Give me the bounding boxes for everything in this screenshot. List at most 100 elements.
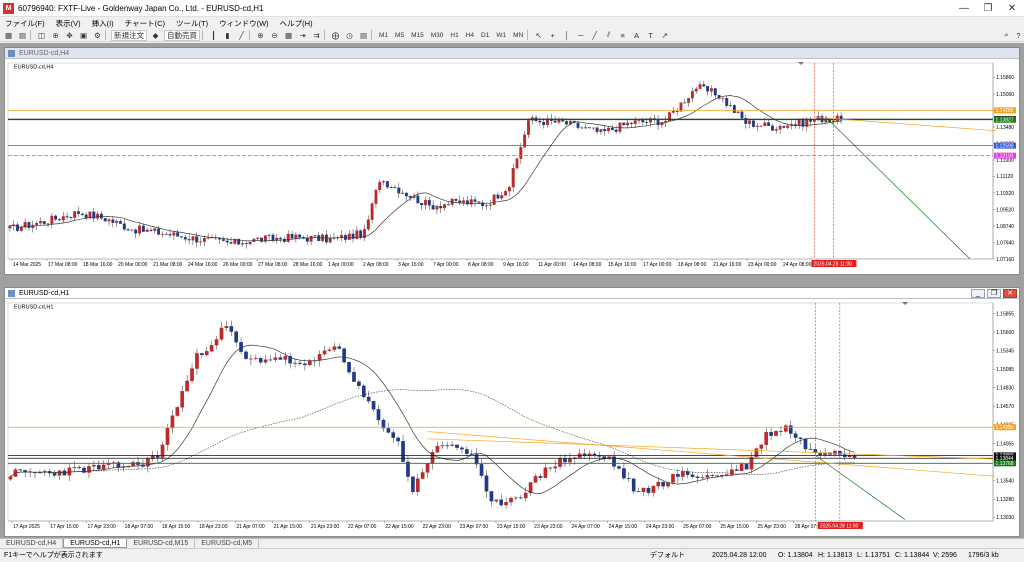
menu-view[interactable]: 表示(V)	[56, 18, 81, 29]
bullish-candle	[519, 147, 523, 159]
bearish-candle	[278, 357, 283, 360]
maximize-button[interactable]: ❐	[976, 0, 1000, 17]
close-button[interactable]: ✕	[1000, 0, 1024, 17]
bullish-candle	[705, 475, 710, 478]
market-watch-icon[interactable]: ◫	[36, 30, 47, 41]
menu-file[interactable]: ファイル(F)	[5, 18, 45, 29]
line-chart-icon[interactable]: ╱	[236, 30, 247, 41]
templates-icon[interactable]: ▤	[358, 30, 369, 41]
status-profile: デフォルト	[650, 552, 685, 559]
zoom-out-icon[interactable]: ⊖	[269, 30, 280, 41]
price-label-text: 1.13768	[996, 461, 1014, 467]
horizontal-line-icon[interactable]: ─	[575, 30, 586, 41]
bullish-candle	[209, 345, 214, 352]
bearish-candle	[244, 351, 248, 359]
bar-chart-icon[interactable]: ┃	[208, 30, 219, 41]
chart-window-h4[interactable]: EURUSD-cd,H4 EURUSD-cd,H4 1.15860 1.15060 1…	[4, 47, 1020, 275]
bullish-candle	[293, 362, 297, 364]
auto-trading-button[interactable]: 自動売買	[164, 29, 200, 41]
bearish-candle	[141, 225, 145, 232]
bearish-candle	[431, 205, 435, 210]
data-window-icon[interactable]: ⊕	[50, 30, 61, 41]
bearish-candle	[446, 204, 450, 206]
bearish-candle	[740, 111, 744, 119]
profiles-icon[interactable]: ▤	[17, 30, 28, 41]
new-order-button[interactable]: 新規注文	[111, 29, 147, 41]
tester-icon[interactable]: ⚙	[92, 30, 103, 41]
text-tool-icon[interactable]: A	[631, 30, 642, 41]
bullish-candle	[759, 125, 763, 127]
bullish-candle	[374, 189, 378, 204]
timeframe-m5[interactable]: M5	[393, 30, 406, 41]
autoscroll-icon[interactable]: ⇉	[311, 30, 322, 41]
timeframe-d1[interactable]: D1	[479, 30, 491, 41]
time-tick-label: 25 Apr 23:00	[758, 524, 787, 530]
bullish-candle	[382, 181, 385, 183]
terminal-icon[interactable]: ▣	[78, 30, 89, 41]
new-chart-icon[interactable]: ▦	[3, 30, 14, 41]
candlestick-icon[interactable]: ▮	[222, 30, 233, 41]
bullish-candle	[774, 129, 778, 131]
toolbar-divider	[105, 30, 106, 40]
bullish-candle	[504, 191, 508, 196]
label-tool-icon[interactable]: T	[645, 30, 656, 41]
minimize-button[interactable]: —	[952, 0, 976, 17]
vertical-line-icon[interactable]: │	[561, 30, 572, 41]
bullish-candle	[698, 84, 702, 90]
timeframe-m1[interactable]: M1	[377, 30, 390, 41]
bullish-candle	[175, 407, 180, 416]
trendline-icon[interactable]: ╱	[589, 30, 600, 41]
bearish-candle	[183, 237, 187, 240]
timeframe-mn[interactable]: MN	[511, 30, 525, 41]
fibonacci-icon[interactable]: ≡	[617, 30, 628, 41]
metaeditor-icon[interactable]: ◆	[150, 30, 161, 41]
chart-minimize-button[interactable]: _	[971, 289, 985, 298]
menu-help[interactable]: ヘルプ(H)	[280, 18, 313, 29]
cursor-icon[interactable]: ↖	[533, 30, 544, 41]
price-chart-h4[interactable]: EURUSD-cd,H41.158601.150601.142601.13480…	[5, 59, 1019, 275]
chart-restore-button[interactable]: ❐	[987, 289, 1001, 298]
navigator-icon[interactable]: ✥	[64, 30, 75, 41]
bullish-candle	[38, 472, 42, 474]
search-icon[interactable]: ⌕	[1001, 30, 1012, 41]
menu-window[interactable]: ウィンドウ(W)	[219, 18, 269, 29]
tab-eurusd-h1[interactable]: EURUSD-cd,H1	[63, 539, 128, 548]
bearish-candle	[595, 127, 599, 132]
bullish-candle	[511, 168, 515, 188]
zoom-in-icon[interactable]: ⊕	[255, 30, 266, 41]
tab-eurusd-m5[interactable]: EURUSD-cd,M5	[195, 539, 260, 548]
chart-window-h1[interactable]: EURUSD-cd,H1 _ ❐ ✕ EURUSD-cd,H1 1.15855 1.…	[4, 287, 1020, 537]
arrows-tool-icon[interactable]: ↗	[659, 30, 670, 41]
bearish-candle	[576, 122, 580, 128]
menu-insert[interactable]: 挿入(I)	[92, 18, 114, 29]
menu-charts[interactable]: チャート(C)	[125, 18, 165, 29]
timeframe-m30[interactable]: M30	[429, 30, 446, 41]
timeframe-h1[interactable]: H1	[448, 30, 460, 41]
menu-tools[interactable]: ツール(T)	[176, 18, 208, 29]
tile-windows-icon[interactable]: ▦	[283, 30, 294, 41]
price-chart-h1[interactable]: EURUSD-cd,H1 1.15855 1.15600 1.15345 1.15085…	[5, 299, 1019, 537]
channel-icon[interactable]: ⫽	[603, 30, 614, 41]
tab-eurusd-m15[interactable]: EURUSD-cd,M15	[127, 539, 196, 548]
crosshair-icon[interactable]: +	[547, 30, 558, 41]
bearish-candle	[499, 499, 504, 506]
timeframe-h4[interactable]: H4	[464, 30, 476, 41]
bearish-candle	[563, 458, 567, 463]
bearish-candle	[405, 192, 408, 197]
help-icon[interactable]: ?	[1013, 30, 1024, 41]
time-tick-label: 24 Apr 23:00	[646, 524, 675, 530]
time-tick-label: 21 Mar 08:00	[153, 262, 183, 268]
indicators-icon[interactable]: ⨁	[330, 30, 341, 41]
chart-window-title: EURUSD-cd,H1 _ ❐ ✕	[5, 288, 1019, 299]
price-tick-label: 1.15085	[996, 367, 1014, 373]
bullish-candle	[256, 237, 260, 239]
bullish-candle	[130, 229, 134, 231]
timeframe-m15[interactable]: M15	[409, 30, 426, 41]
tab-eurusd-h4[interactable]: EURUSD-cd,H4	[0, 539, 64, 548]
periods-icon[interactable]: ◷	[344, 30, 355, 41]
chart-close-button[interactable]: ✕	[1003, 289, 1017, 298]
bearish-candle	[808, 448, 813, 450]
toolbar: ▦ ▤ ◫ ⊕ ✥ ▣ ⚙ 新規注文 ◆ 自動売買 ┃ ▮ ╱ ⊕ ⊖ ▦ ⇥ …	[0, 29, 1024, 42]
timeframe-w1[interactable]: W1	[494, 30, 508, 41]
chart-shift-icon[interactable]: ⇥	[297, 30, 308, 41]
